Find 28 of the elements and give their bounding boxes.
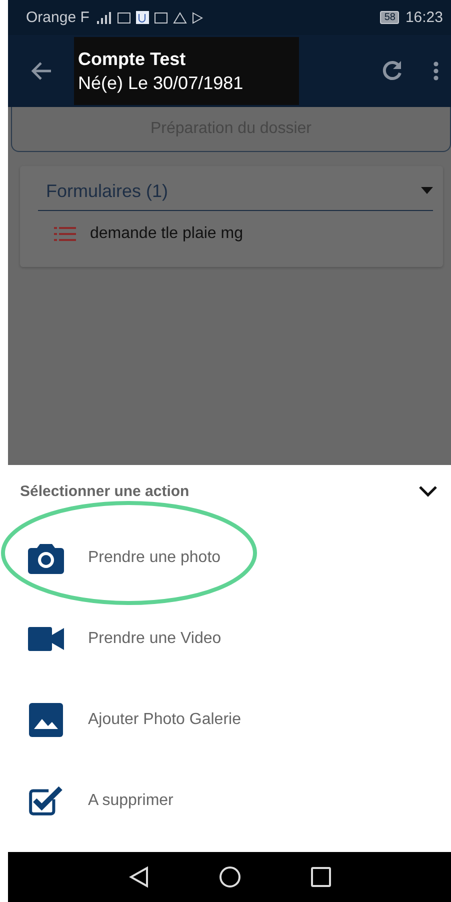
warning-icon (173, 12, 188, 24)
home-nav-icon[interactable] (218, 866, 240, 888)
action-item[interactable]: Prendre une Video (8, 598, 451, 679)
battery-level: 58 (380, 11, 400, 24)
back-arrow-icon[interactable] (30, 61, 52, 81)
recents-nav-icon[interactable] (310, 867, 330, 887)
chevron-down-icon[interactable] (419, 486, 437, 496)
notification-icon (117, 12, 132, 24)
action-item[interactable]: Ajouter Photo Galerie (8, 679, 451, 760)
signal-icon (95, 12, 112, 24)
clock: 16:23 (405, 9, 443, 26)
carrier-name: Orange F (26, 9, 90, 26)
image-icon (28, 702, 64, 736)
play-icon (192, 12, 204, 24)
sheet-title: Sélectionner une action (20, 482, 190, 500)
birth-date: Né(e) Le 30/07/1981 (78, 72, 244, 94)
notification-icon (154, 12, 168, 24)
action-item[interactable]: Prendre une photo (8, 517, 451, 598)
checkbox-icon (28, 784, 64, 818)
account-name: Compte Test (78, 48, 187, 70)
more-menu-icon[interactable] (433, 61, 439, 81)
dropdown-caret-icon[interactable] (421, 187, 433, 195)
refresh-icon[interactable] (381, 60, 403, 82)
back-nav-icon[interactable] (128, 866, 148, 888)
form-item[interactable]: demande tle plaie mg (90, 225, 243, 243)
notification-icon (136, 11, 150, 24)
action-item[interactable]: A supprimer (8, 760, 451, 841)
list-icon (54, 227, 76, 241)
